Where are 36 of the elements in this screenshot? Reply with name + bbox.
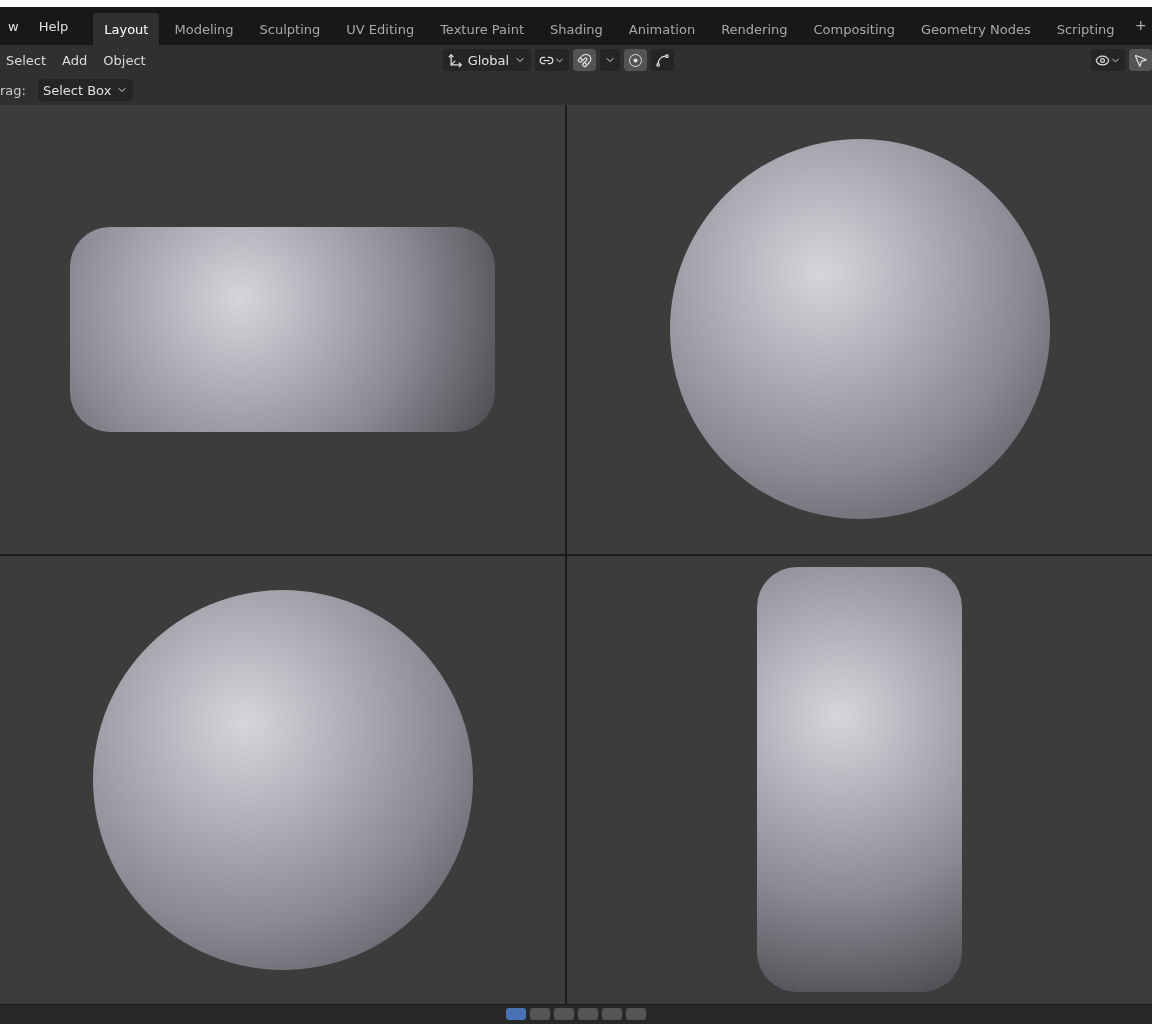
viewport[interactable]: [567, 555, 1152, 1004]
target-circle-icon: [628, 52, 644, 68]
eye-icon: [1095, 52, 1110, 68]
header-menu-item[interactable]: Select: [0, 48, 53, 72]
visibility-dropdown[interactable]: [1091, 49, 1125, 71]
workspace-tab[interactable]: Animation: [617, 13, 707, 45]
falloff-dropdown[interactable]: [651, 49, 675, 71]
menu-item[interactable]: w: [0, 14, 27, 38]
drag-dropdown[interactable]: Select Box: [37, 79, 134, 101]
orientation-dropdown[interactable]: Global: [442, 49, 532, 71]
add-workspace-button[interactable]: +: [1129, 15, 1152, 37]
workspace-tab[interactable]: Rendering: [710, 13, 799, 45]
drag-label: rag:: [0, 82, 26, 98]
axes-icon: [447, 52, 463, 68]
pivot-dropdown[interactable]: [535, 49, 570, 71]
header-menu-item[interactable]: Add: [56, 48, 94, 72]
workspace-tab[interactable]: Shading: [539, 13, 614, 45]
workspace-tab[interactable]: Texture Paint: [429, 13, 536, 45]
workspace-tab[interactable]: UV Editing: [335, 13, 426, 45]
workspace-tab[interactable]: Scripting: [1045, 13, 1126, 45]
workspace-tab[interactable]: Layout: [93, 13, 160, 45]
header-menu-item[interactable]: Object: [97, 48, 152, 72]
workspace-tab[interactable]: Geometry Nodes: [910, 13, 1042, 45]
snap-toggle[interactable]: [573, 49, 597, 71]
viewport[interactable]: [0, 555, 565, 1004]
workspace-tab[interactable]: Compositing: [802, 13, 906, 45]
proportional-editing-toggle[interactable]: [624, 49, 648, 71]
workspace-tab[interactable]: Modeling: [163, 13, 245, 45]
pointer-icon: [1133, 52, 1148, 68]
curve-icon: [655, 52, 671, 68]
menu-item[interactable]: Help: [30, 14, 77, 38]
viewport[interactable]: [0, 105, 565, 554]
viewport[interactable]: [567, 105, 1152, 554]
workspace-tab[interactable]: Sculpting: [248, 13, 332, 45]
magnet-icon: [577, 52, 593, 68]
gizmo-toggle[interactable]: [1129, 49, 1152, 71]
